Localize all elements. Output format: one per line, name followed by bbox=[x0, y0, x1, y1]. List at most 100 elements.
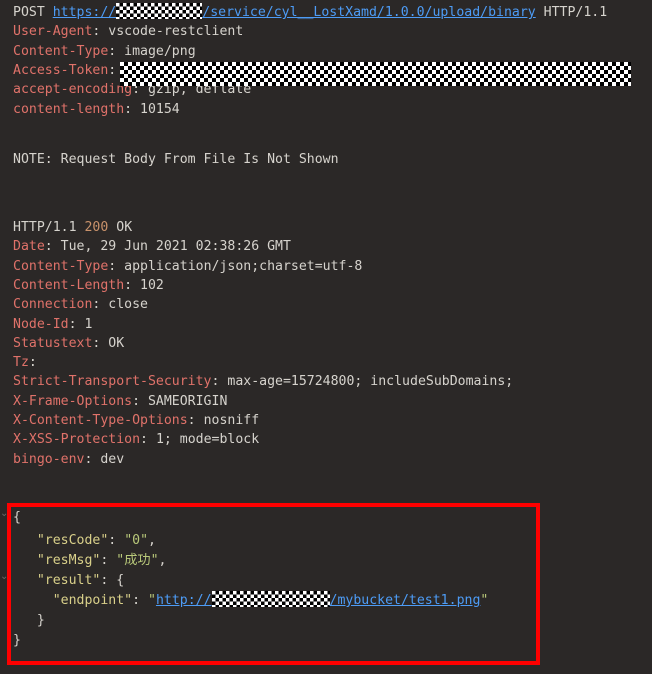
json-result-close-brace: } bbox=[36, 613, 45, 628]
json-key-endpoint: "endpoint" bbox=[52, 593, 133, 608]
json-comma: , bbox=[158, 553, 167, 568]
response-header-statustext: Statustext: OK bbox=[13, 334, 124, 353]
json-quote-open: " bbox=[148, 593, 156, 608]
request-header-content-length: content-length: 10154 bbox=[13, 100, 180, 119]
header-sep: : bbox=[68, 316, 85, 332]
json-line-endpoint: "endpoint": "http:///mybucket/test1.png" bbox=[13, 591, 488, 610]
response-header-date: Date: Tue, 29 Jun 2021 02:38:26 GMT bbox=[13, 237, 291, 256]
request-url-path[interactable]: /service/cyl__LostXamd/1.0.0/upload/bina… bbox=[202, 5, 535, 20]
json-colon: : bbox=[108, 533, 125, 548]
json-comma: , bbox=[148, 533, 156, 548]
redacted-access-token-block bbox=[120, 62, 631, 86]
header-value: image/png bbox=[124, 43, 196, 59]
request-header-user-agent: User-Agent: vscode-restclient bbox=[13, 22, 243, 41]
request-line: POST https:// /service/cyl__LostXamd/1.0.… bbox=[13, 3, 607, 22]
response-header-x-content-type-options: X-Content-Type-Options: nosniff bbox=[13, 411, 259, 430]
request-body-note: NOTE: Request Body From File Is Not Show… bbox=[13, 152, 339, 167]
json-line-result-close: } bbox=[13, 611, 45, 630]
header-name: User-Agent bbox=[13, 24, 93, 40]
header-sep: : bbox=[92, 297, 109, 313]
header-sep: : bbox=[132, 393, 148, 409]
header-name: Statustext bbox=[13, 335, 93, 351]
header-sep: : bbox=[28, 355, 37, 371]
json-value-resmsg: "成功" bbox=[116, 553, 159, 568]
response-header-bingo-env: bingo-env: dev bbox=[13, 450, 124, 469]
header-name: Content-Length bbox=[13, 277, 125, 293]
header-value: 1 bbox=[84, 316, 93, 332]
fold-marker-root[interactable]: ⌄ bbox=[0, 509, 9, 519]
redacted-endpoint-host-block bbox=[211, 591, 330, 607]
response-header-strict-transport-security: Strict-Transport-Security: max-age=15724… bbox=[13, 372, 513, 391]
header-name: X-XSS-Protection bbox=[13, 432, 141, 448]
header-sep: : bbox=[84, 451, 101, 467]
header-sep: : bbox=[124, 277, 141, 293]
json-key-result: "result" bbox=[36, 573, 101, 588]
header-name: accept-encoding bbox=[13, 82, 133, 98]
header-name: Node-Id bbox=[13, 316, 69, 332]
header-value: max-age=15724800; includeSubDomains; bbox=[227, 374, 514, 390]
response-header-content-type: Content-Type: application/json;charset=u… bbox=[13, 257, 362, 276]
header-value: Tue, 29 Jun 2021 02:38:26 GMT bbox=[60, 239, 291, 255]
response-status-text: OK bbox=[116, 220, 133, 235]
json-colon: : bbox=[100, 553, 117, 568]
header-value: SAMEORIGIN bbox=[147, 393, 228, 409]
response-header-tz: Tz: bbox=[13, 353, 37, 372]
header-name: Content-Type bbox=[13, 258, 109, 274]
request-method: POST bbox=[13, 5, 45, 20]
fold-marker-result[interactable]: ⌄ bbox=[0, 572, 9, 582]
json-close-brace: } bbox=[13, 633, 21, 648]
header-name: Date bbox=[13, 239, 45, 255]
header-name: Content-Type bbox=[13, 43, 109, 59]
request-header-content-type: Content-Type: image/png bbox=[13, 42, 196, 61]
header-name: X-Content-Type-Options bbox=[13, 413, 188, 428]
header-name: content-length bbox=[13, 101, 125, 117]
header-name: Connection bbox=[13, 297, 93, 313]
json-line-result: "result": { bbox=[13, 571, 124, 590]
json-colon: : bbox=[132, 593, 148, 608]
header-name: Tz bbox=[13, 355, 29, 371]
json-key-resmsg: "resMsg" bbox=[36, 553, 101, 568]
redacted-host-block bbox=[116, 3, 203, 19]
response-header-node-id: Node-Id: 1 bbox=[13, 315, 92, 334]
http-response-document: POST https:// /service/cyl__LostXamd/1.0.… bbox=[0, 0, 652, 674]
header-value: nosniff bbox=[203, 413, 260, 428]
json-result-open-brace: { bbox=[116, 573, 125, 588]
header-sep: : bbox=[140, 432, 156, 448]
header-name: Access-Token bbox=[13, 62, 109, 78]
space2 bbox=[536, 5, 544, 20]
json-key-rescode: "resCode" bbox=[36, 533, 109, 548]
header-sep: : bbox=[187, 413, 204, 428]
response-header-content-length: Content-Length: 102 bbox=[13, 276, 164, 295]
header-name: X-Frame-Options bbox=[13, 393, 133, 409]
header-sep: : bbox=[44, 239, 61, 255]
request-header-access-token: Access-Token: bbox=[13, 61, 124, 80]
endpoint-url-prefix[interactable]: http:// bbox=[156, 593, 212, 608]
json-quote-close: " bbox=[480, 593, 489, 608]
json-open-brace: { bbox=[13, 510, 21, 525]
header-value: 10154 bbox=[140, 101, 180, 117]
json-line-rescode: "resCode": "0", bbox=[13, 531, 156, 550]
header-sep: : bbox=[211, 374, 228, 390]
response-status-code: 200 bbox=[84, 220, 109, 235]
header-value: 1; mode=block bbox=[155, 432, 260, 448]
response-protocol: HTTP/1.1 bbox=[13, 220, 77, 235]
header-value: dev bbox=[100, 451, 125, 467]
header-value: close bbox=[108, 297, 148, 313]
header-value: OK bbox=[108, 335, 125, 351]
header-value: 102 bbox=[140, 277, 164, 293]
header-value: application/json;charset=utf-8 bbox=[124, 258, 363, 274]
json-colon: : bbox=[100, 573, 117, 588]
response-header-x-xss-protection: X-XSS-Protection: 1; mode=block bbox=[13, 430, 259, 449]
response-header-x-frame-options: X-Frame-Options: SAMEORIGIN bbox=[13, 392, 227, 411]
header-name: Strict-Transport-Security bbox=[13, 374, 212, 390]
header-name: bingo-env bbox=[13, 451, 85, 467]
header-value: vscode-restclient bbox=[108, 24, 244, 40]
endpoint-url-suffix[interactable]: /mybucket/test1.png bbox=[330, 593, 481, 608]
response-status-line: HTTP/1.1 200 OK bbox=[13, 218, 132, 237]
request-url-prefix[interactable]: https:// bbox=[53, 5, 117, 20]
